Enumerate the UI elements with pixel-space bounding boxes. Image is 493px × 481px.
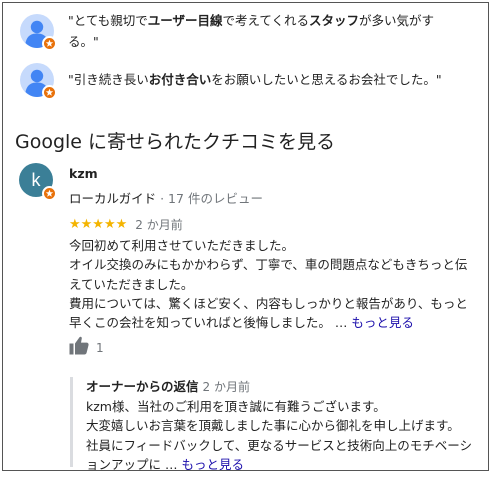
- review-snippet-1[interactable]: "とても親切でユーザー目線で考えてくれるスタッフが多い気がする。": [68, 10, 463, 52]
- owner-reply-time: 2 か月前: [202, 380, 250, 394]
- reviews-panel: "とても親切でユーザー目線で考えてくれるスタッフが多い気がする。" "引き続き長…: [2, 2, 489, 471]
- avatar-letter: k: [31, 170, 41, 190]
- review-snippet-2[interactable]: "引き続き長いお付き合いをお願いしたいと思えるお会社でした。": [68, 69, 463, 90]
- review-line-last: 費用については、驚くほど安く、内容もしっかりと報告があり、もっと早くこの会社を知…: [69, 294, 479, 333]
- owner-reply-label: オーナーからの返信: [86, 379, 199, 394]
- reviewer-type: ローカルガイド: [69, 191, 157, 206]
- reviewer-name[interactable]: kzm: [69, 166, 98, 181]
- owner-reply-text: kzm様、当社のご利用を頂き誠に有難うございます。 大変嬉しいお言葉を頂戴しまし…: [86, 399, 473, 471]
- snippet-keyword: ユーザー目線: [147, 13, 223, 28]
- snippet-text: "とても親切で: [68, 13, 148, 28]
- review-body: 今回初めて利用させていただきました。 オイル交換のみにもかかわらず、丁寧で、車の…: [69, 236, 479, 332]
- review-count: · 17 件のレビュー: [156, 191, 263, 206]
- snippet-text: をお願いしたいと思えるお会社でした。": [211, 72, 442, 87]
- local-guide-badge-icon: [42, 186, 57, 201]
- local-guide-badge-icon: [42, 36, 57, 51]
- owner-reply: オーナーからの返信 2 か月前 kzm様、当社のご利用を頂き誠に有難うございます。…: [70, 377, 480, 470]
- review-line: 今回初めて利用させていただきました。: [69, 238, 295, 253]
- snippet-avatar-1[interactable]: [20, 14, 57, 51]
- local-guide-badge-icon: [42, 85, 57, 100]
- review-line: オイル交換のみにもかかわらず、丁寧で、車の問題点などもきちっと伝えていただきまし…: [69, 257, 468, 292]
- star-rating: ★★★★★: [69, 217, 128, 232]
- snippet-avatar-2[interactable]: [20, 63, 57, 100]
- reviewer-avatar[interactable]: k: [19, 163, 57, 201]
- section-title-google-reviews[interactable]: Google に寄せられたクチコミを見る: [15, 127, 335, 154]
- review-time: 2 か月前: [135, 218, 183, 232]
- like-row: 1: [69, 336, 104, 359]
- review-more-link[interactable]: もっと見る: [351, 315, 414, 330]
- snippet-keyword: お付き合い: [148, 72, 212, 87]
- snippet-keyword: スタッフ: [309, 13, 360, 28]
- owner-reply-more-link[interactable]: もっと見る: [181, 457, 244, 470]
- owner-reply-header: オーナーからの返信 2 か月前: [86, 377, 480, 397]
- like-count: 1: [96, 340, 104, 355]
- snippet-text: "引き続き長い: [68, 72, 149, 87]
- snippet-text: で考えてくれる: [222, 13, 310, 28]
- owner-reply-body: kzm様、当社のご利用を頂き誠に有難うございます。 大変嬉しいお言葉を頂戴しまし…: [86, 397, 480, 471]
- reviewer-meta: ローカルガイド · 17 件のレビュー: [69, 188, 263, 207]
- rating-row: ★★★★★ 2 か月前: [69, 216, 183, 233]
- thumbs-up-icon[interactable]: [69, 336, 89, 359]
